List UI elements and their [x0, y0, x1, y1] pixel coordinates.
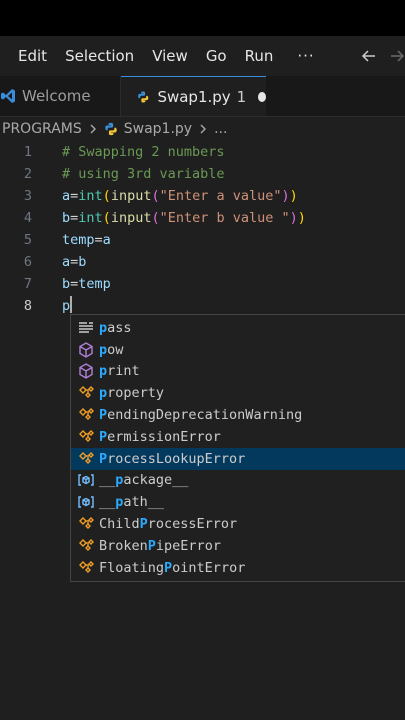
line-number: 8 — [23, 298, 32, 314]
breadcrumb-file[interactable]: Swap1.py — [124, 121, 192, 137]
code-line[interactable]: 6 a=b — [0, 251, 405, 273]
line-number: 4 — [23, 210, 32, 226]
code-text: # Swapping 2 numbers — [62, 144, 225, 160]
code-text: # using 3rd variable — [62, 166, 225, 182]
vscode-logo-icon — [1, 89, 15, 103]
code-text: a=b — [62, 254, 87, 270]
python-file-icon — [138, 91, 149, 102]
suggestion-label: property — [99, 385, 165, 402]
suggestion-label: ProcessLookupError — [99, 450, 246, 467]
tab-welcome[interactable]: Welcome — [0, 76, 121, 116]
suggestion-label: PermissionError — [99, 428, 221, 445]
suggestion-label: ChildProcessError — [99, 516, 238, 533]
suggestion-label: pow — [99, 341, 124, 358]
code-line[interactable]: 3 a=int(input("Enter a value")) — [0, 185, 405, 207]
code-line[interactable]: 7 b=temp — [0, 273, 405, 295]
tab-problem-count: 1 — [236, 87, 247, 106]
arrow-left-icon[interactable] — [361, 48, 377, 64]
title-bar-area — [0, 0, 405, 36]
arrow-right-icon[interactable] — [389, 48, 405, 64]
suggestion-label: FloatingPointError — [99, 559, 246, 576]
suggestion-item[interactable]: PendingDeprecationWarning — [71, 404, 405, 426]
suggestion-item[interactable]: PermissionError — [71, 426, 405, 448]
autocomplete-suggestions: pass pow print property PendingDeprecati… — [70, 314, 405, 582]
python-file-icon — [105, 122, 117, 136]
variable-icon — [77, 493, 95, 511]
menu-view[interactable]: View — [152, 47, 188, 65]
menu-edit[interactable]: Edit — [18, 47, 47, 65]
line-number: 7 — [23, 276, 32, 292]
code-line[interactable]: 2 # using 3rd variable — [0, 163, 405, 185]
line-number: 1 — [23, 144, 32, 160]
code-text: b=temp — [62, 276, 111, 292]
suggestion-label: pass — [99, 319, 132, 336]
menu-more-button[interactable]: ··· — [297, 47, 314, 65]
suggestion-item[interactable]: FloatingPointError — [71, 557, 405, 579]
line-number: 5 — [23, 232, 32, 248]
suggestion-label: __path__ — [99, 494, 165, 511]
navigation-arrows — [361, 36, 405, 76]
code-text: temp=a — [62, 232, 111, 248]
suggestion-item[interactable]: __path__ — [71, 491, 405, 513]
method-icon — [77, 341, 95, 359]
breadcrumb-folder[interactable]: PROGRAMS — [2, 121, 82, 137]
keyword-icon — [77, 319, 95, 337]
menu-selection[interactable]: Selection — [65, 47, 134, 65]
suggestion-label: BrokenPipeError — [99, 537, 221, 554]
menu-bar: Edit Selection View Go Run ··· — [0, 36, 405, 76]
variable-icon — [77, 471, 95, 489]
class-icon — [77, 537, 95, 555]
method-icon — [77, 362, 95, 380]
suggestion-label: print — [99, 363, 140, 380]
suggestion-item[interactable]: ProcessLookupError — [71, 447, 405, 470]
editor-tab-bar: Welcome Swap1.py 1 — [0, 76, 405, 117]
unsaved-dot-icon[interactable] — [258, 91, 266, 102]
class-icon — [77, 450, 95, 468]
tab-welcome-label: Welcome — [22, 87, 91, 105]
code-line[interactable]: 4 b=int(input("Enter b value ")) — [0, 207, 405, 229]
text-cursor — [70, 296, 73, 313]
suggestion-label: PendingDeprecationWarning — [99, 407, 303, 424]
breadcrumb-symbols[interactable]: ... — [214, 121, 227, 137]
menu-run[interactable]: Run — [245, 47, 274, 65]
chevron-right-icon — [200, 124, 207, 134]
line-number: 2 — [23, 166, 32, 182]
class-icon — [77, 515, 95, 533]
code-text: a=int(input("Enter a value")) — [62, 188, 298, 204]
suggestion-item[interactable]: print — [71, 361, 405, 383]
suggestion-label: __package__ — [99, 472, 189, 489]
breadcrumb: PROGRAMS Swap1.py ... — [0, 117, 405, 141]
suggestion-item[interactable]: __package__ — [71, 470, 405, 492]
class-icon — [77, 406, 95, 424]
suggestion-item[interactable]: property — [71, 382, 405, 404]
line-number: 6 — [23, 254, 32, 270]
suggestion-item[interactable]: pass — [71, 317, 405, 339]
tab-swap1-py[interactable]: Swap1.py 1 — [121, 76, 266, 116]
suggestion-item[interactable]: BrokenPipeError — [71, 535, 405, 557]
class-icon — [77, 428, 95, 446]
suggestion-item[interactable]: pow — [71, 339, 405, 361]
class-icon — [77, 559, 95, 577]
line-number: 3 — [23, 188, 32, 204]
code-text: b=int(input("Enter b value ")) — [62, 210, 306, 226]
class-icon — [77, 384, 95, 402]
menu-go[interactable]: Go — [206, 47, 227, 65]
code-line[interactable]: 1 # Swapping 2 numbers — [0, 141, 405, 163]
tab-swap1-label: Swap1.py — [157, 87, 231, 106]
code-line[interactable]: 5 temp=a — [0, 229, 405, 251]
suggestion-item[interactable]: ChildProcessError — [71, 513, 405, 535]
chevron-right-icon — [90, 124, 96, 134]
